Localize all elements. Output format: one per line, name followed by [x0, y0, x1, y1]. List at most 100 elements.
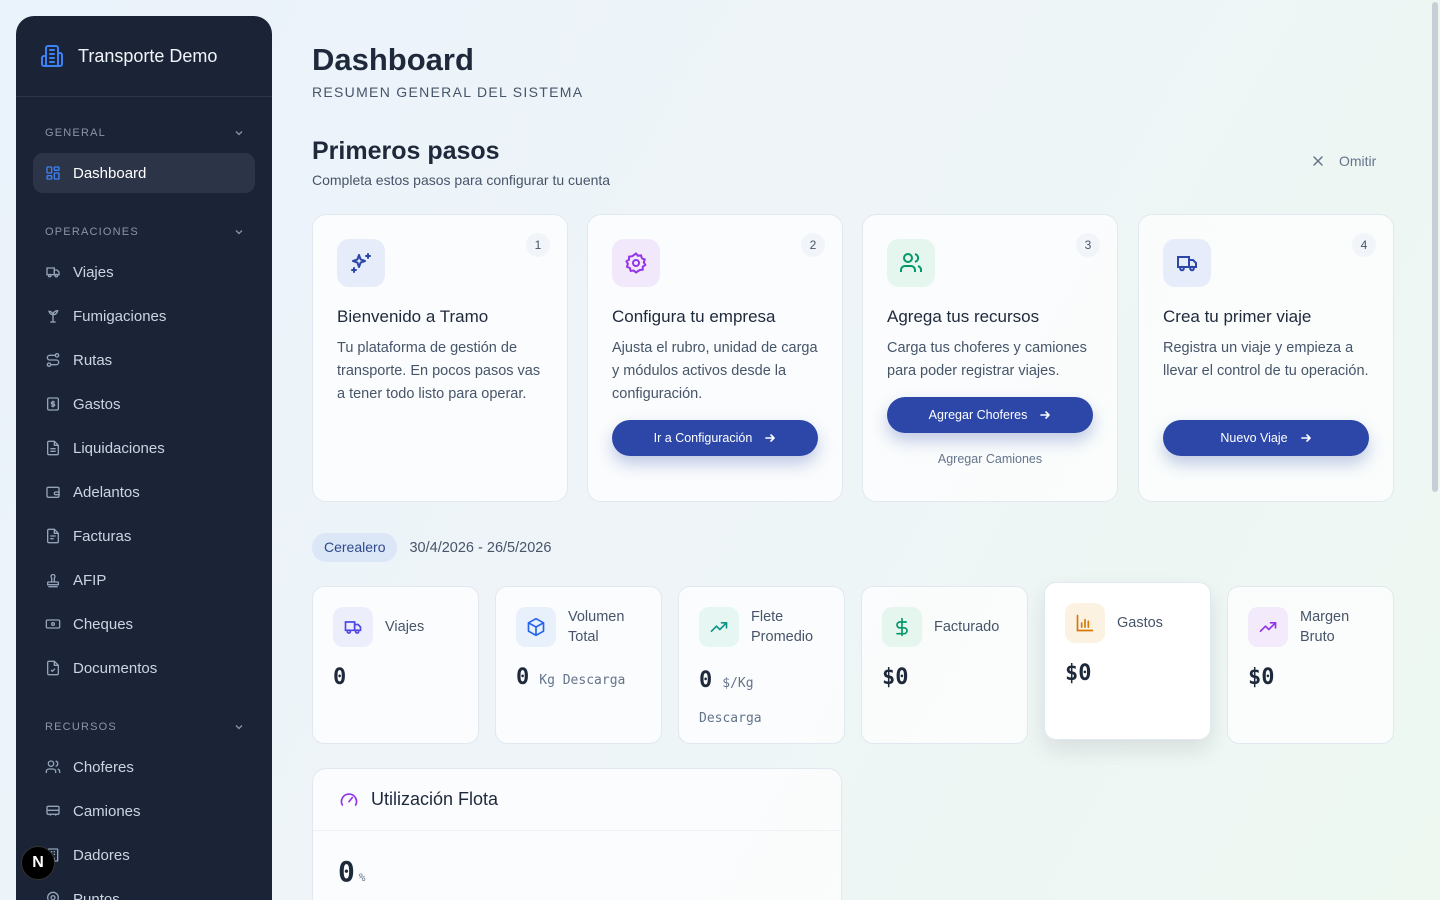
- fleet-title: Utilización Flota: [371, 789, 499, 809]
- dollar-icon: [896, 617, 908, 637]
- sidebar-item-gastos[interactable]: Gastos: [33, 384, 255, 424]
- add-trucks-link[interactable]: Agregar Camiones: [887, 452, 1093, 466]
- stat-value: 0 $/Kg Descarga: [699, 665, 819, 735]
- stat-icon-box: [516, 607, 556, 647]
- step-card-welcome: 1 Bienvenido a Tramo Tu plataforma de ge…: [312, 214, 568, 502]
- sidebar-item-adelantos[interactable]: Adelantos: [33, 472, 255, 512]
- stat-value: 0 Kg Descarga: [516, 665, 641, 697]
- step-icon-box: [337, 239, 385, 287]
- gauge-icon: [340, 792, 358, 806]
- section-operaciones[interactable]: OPERACIONES: [16, 222, 272, 242]
- sidebar-item-dadores[interactable]: Dadores: [33, 835, 255, 875]
- sidebar: Transporte Demo GENERAL Dashboard OPERAC…: [16, 16, 272, 900]
- sidebar-item-label: Dashboard: [73, 164, 147, 182]
- truck-icon: [344, 621, 362, 634]
- step-icon-box: [612, 239, 660, 287]
- box-icon: [527, 617, 545, 637]
- step-card-resources: 3 Agrega tus recursos Carga tus choferes…: [862, 214, 1118, 502]
- users-icon: [45, 760, 61, 773]
- section-title: RECURSOS: [45, 721, 117, 733]
- section-general[interactable]: GENERAL: [16, 123, 272, 143]
- truck-icon: [1177, 256, 1197, 272]
- sidebar-item-documentos[interactable]: Documentos: [33, 648, 255, 688]
- new-trip-button[interactable]: Nuevo Viaje: [1163, 420, 1369, 456]
- route-icon: [46, 353, 60, 367]
- scrollbar-thumb[interactable]: [1432, 2, 1438, 492]
- step-number: 1: [526, 233, 550, 257]
- sidebar-item-afip[interactable]: AFIP: [33, 560, 255, 600]
- dev-tools-badge[interactable]: N: [21, 846, 55, 880]
- stat-value: $0: [1065, 661, 1190, 686]
- stat-value: $0: [882, 665, 1007, 690]
- sidebar-item-label: Choferes: [73, 758, 134, 776]
- cheque-icon: [45, 619, 61, 629]
- stat-card-viajes: Viajes 0: [312, 586, 479, 744]
- stat-number: 0: [516, 665, 530, 690]
- sidebar-item-rutas[interactable]: Rutas: [33, 340, 255, 380]
- section-recursos[interactable]: RECURSOS: [16, 717, 272, 737]
- category-chip[interactable]: Cerealero: [312, 533, 398, 562]
- step-card-first-trip: 4 Crea tu primer viaje Registra un viaje…: [1138, 214, 1394, 502]
- sidebar-item-label: Facturas: [73, 527, 132, 545]
- stat-number: 0: [699, 668, 713, 693]
- sidebar-item-label: AFIP: [73, 571, 107, 589]
- truck-icon: [46, 267, 60, 278]
- button-label: Nuevo Viaje: [1220, 431, 1288, 445]
- building-logo-icon: [41, 45, 63, 67]
- stat-value: $0: [1248, 665, 1373, 690]
- invoice-icon: [47, 528, 59, 544]
- stat-unit: Kg Descarga: [539, 673, 626, 688]
- stamp-icon: [47, 573, 59, 588]
- step-title: Agrega tus recursos: [887, 307, 1040, 326]
- bar-chart-icon: [1076, 614, 1094, 632]
- stat-card-gastos: Gastos $0: [1044, 582, 1211, 740]
- sidebar-item-label: Camiones: [73, 802, 141, 820]
- sidebar-item-choferes[interactable]: Choferes: [33, 747, 255, 787]
- add-drivers-button[interactable]: Agregar Choferes: [887, 397, 1093, 433]
- page-scrollbar[interactable]: [1430, 0, 1440, 900]
- date-range[interactable]: 30/4/2026 - 26/5/2026: [409, 540, 551, 556]
- sidebar-item-liquidaciones[interactable]: Liquidaciones: [33, 428, 255, 468]
- sidebar-item-fumigaciones[interactable]: Fumigaciones: [33, 296, 255, 336]
- step-description: Tu plataforma de gestión de transporte. …: [337, 340, 541, 402]
- chevron-down-icon: [235, 725, 243, 730]
- sidebar-item-cheques[interactable]: Cheques: [33, 604, 255, 644]
- step-number: 3: [1076, 233, 1100, 257]
- sidebar-item-camiones[interactable]: Camiones: [33, 791, 255, 831]
- sidebar-item-label: Adelantos: [73, 483, 140, 501]
- chevron-down-icon: [235, 230, 243, 235]
- trending-up-icon: [1259, 622, 1277, 632]
- sidebar-item-facturas[interactable]: Facturas: [33, 516, 255, 556]
- sidebar-item-puntos[interactable]: Puntos: [33, 879, 255, 900]
- stat-label: Flete Promedio: [751, 609, 814, 645]
- fleet-value: 0%: [338, 855, 365, 888]
- skip-button[interactable]: Omitir: [1311, 153, 1376, 169]
- step-title: Crea tu primer viaje: [1163, 307, 1312, 326]
- stat-value: 0: [333, 665, 458, 690]
- sparkles-icon: [351, 253, 371, 273]
- arrow-right-icon: [1300, 434, 1311, 442]
- sidebar-item-label: Cheques: [73, 615, 134, 633]
- stat-card-margen: Margen Bruto $0: [1227, 586, 1394, 744]
- users-icon: [900, 253, 923, 272]
- section-title: OPERACIONES: [45, 226, 139, 238]
- section-title: GENERAL: [45, 127, 106, 139]
- go-to-settings-button[interactable]: Ir a Configuración: [612, 420, 818, 456]
- skip-label: Omitir: [1339, 153, 1377, 169]
- stat-icon-box: [699, 607, 739, 647]
- brand[interactable]: Transporte Demo: [16, 16, 272, 97]
- sidebar-item-dashboard[interactable]: Dashboard: [33, 153, 255, 193]
- stat-icon-box: [1065, 603, 1105, 643]
- bus-icon: [46, 805, 60, 816]
- sidebar-item-viajes[interactable]: Viajes: [33, 252, 255, 292]
- sidebar-item-label: Documentos: [73, 659, 158, 677]
- stat-icon-box: [333, 607, 373, 647]
- stat-icon-box: [1248, 607, 1288, 647]
- step-description: Ajusta el rubro, unidad de carga y módul…: [612, 340, 818, 402]
- stat-label: Gastos: [1117, 615, 1163, 631]
- stat-number: $0: [882, 665, 909, 690]
- step-card-configure: 2 Configura tu empresa Ajusta el rubro, …: [587, 214, 843, 502]
- onboarding-title: Primeros pasos: [312, 137, 500, 165]
- step-number: 4: [1352, 233, 1376, 257]
- sidebar-item-label: Puntos: [73, 890, 120, 900]
